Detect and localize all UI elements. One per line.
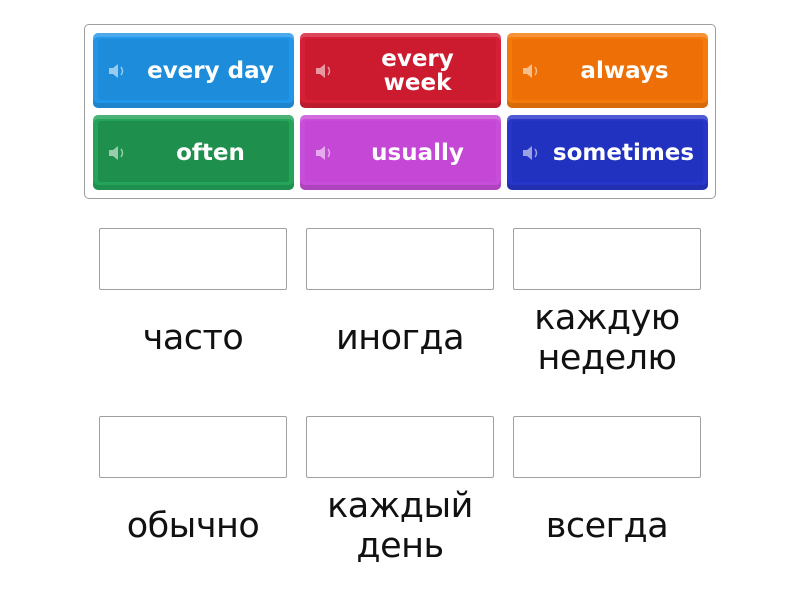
target-label: обычно (126, 506, 260, 546)
drop-slot-obychno[interactable] (99, 416, 287, 478)
tile-label: always (580, 57, 669, 84)
speaker-icon[interactable] (314, 145, 334, 161)
tile-label: usually (371, 139, 464, 166)
tile-sometimes[interactable]: sometimes (507, 115, 708, 190)
speaker-icon[interactable] (107, 145, 127, 161)
speaker-icon[interactable] (521, 145, 541, 161)
speaker-icon[interactable] (107, 63, 127, 79)
tile-label: often (176, 139, 245, 166)
target-label: каждый день (327, 486, 473, 566)
drop-slot-chasto[interactable] (99, 228, 287, 290)
tile-always[interactable]: always (507, 33, 708, 108)
target-label: всегда (545, 506, 669, 546)
target-label: часто (142, 318, 244, 358)
tile-every-day[interactable]: every day (93, 33, 294, 108)
tile-label: every day (147, 57, 274, 84)
speaker-icon[interactable] (314, 63, 334, 79)
drop-slot-kazhduyu-nedelyu[interactable] (513, 228, 701, 290)
tile-label: sometimes (552, 139, 695, 166)
tile-usually[interactable]: usually (300, 115, 501, 190)
tile-often[interactable]: often (93, 115, 294, 190)
target-label: каждую неделю (534, 298, 680, 378)
tile-every-week[interactable]: every week (300, 33, 501, 108)
tile-label: every week (381, 45, 454, 96)
speaker-icon[interactable] (521, 63, 541, 79)
drop-slot-inogda[interactable] (306, 228, 494, 290)
drop-slot-kazhdyy-den[interactable] (306, 416, 494, 478)
drop-slot-vsegda[interactable] (513, 416, 701, 478)
target-label: иногда (335, 318, 465, 358)
word-bank: every day every week always often usuall… (84, 24, 716, 199)
